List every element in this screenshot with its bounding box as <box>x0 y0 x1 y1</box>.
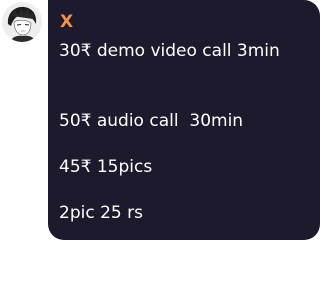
message-line-audio-call: 50₹ audio call 30min <box>59 111 244 131</box>
message-line-pics: 45₹ 15pics <box>59 157 153 177</box>
message-line-video-call: 30₹ demo video call 3min <box>59 41 280 61</box>
sender-avatar[interactable] <box>2 2 42 42</box>
message-line-2pic: 2pic 25 rs <box>59 203 143 223</box>
profile-sketch-avatar-icon <box>2 2 42 42</box>
sender-name: X <box>60 12 74 32</box>
